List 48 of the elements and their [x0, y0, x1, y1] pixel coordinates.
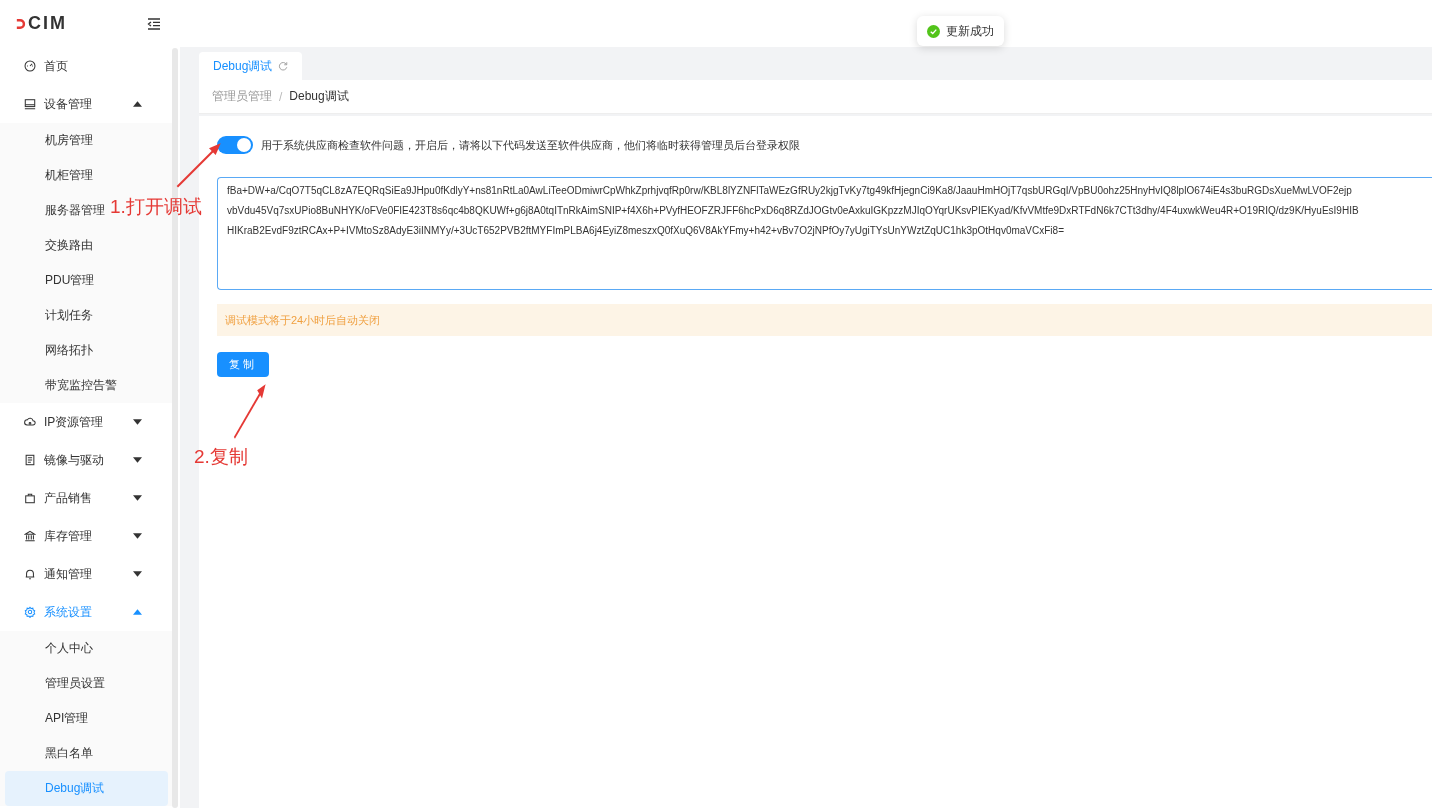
- sidebar-item[interactable]: 个人中心: [45, 640, 93, 657]
- breadcrumb-item: Debug调试: [289, 88, 349, 105]
- sidebar-item[interactable]: IP资源管理: [0, 403, 172, 441]
- gear-icon: [24, 606, 36, 618]
- sidebar-item[interactable]: 库存管理: [0, 517, 172, 555]
- arrow-drawing: [174, 140, 224, 190]
- sidebar-item[interactable]: 网络拓扑: [45, 342, 93, 359]
- sidebar-item[interactable]: API管理: [45, 710, 89, 727]
- menu-icon[interactable]: [147, 17, 161, 30]
- success-icon: [927, 24, 940, 38]
- sidebar-item[interactable]: PDU管理: [45, 272, 95, 289]
- caret-icon: [133, 457, 142, 463]
- notice-banner: 调试模式将于24小时后自动关闭: [217, 304, 1432, 336]
- gauge-icon: [24, 60, 36, 72]
- annotation-text: 2.复制: [194, 445, 248, 469]
- sidebar-item[interactable]: 通知管理: [0, 555, 172, 593]
- code-field[interactable]: fBa+DW+a/CqO7T5qCL8zA7EQRqSiEa9JHpu0fKdlyY+ns81nRtLa0AwLiTeeODmiwrCpWhkZprhjvqfRp0rw/KBL8lYZNFlTaWEzGfRUy2kjgTvKy7tg49kfHjegnCi9Ka8/JaauHmHOjT7qsbURGqI/VpBU0ohz25HnyHvIQ8lplO674iE4s3buRGDsXueMwLVOF2ejp vbVdu45Vq7sxUPio8BuNHYK/oFVe0FIE423T8s6qc4b8QKUWf+g6j8A0tqITnRkAimSNIP+f4X6h+PVyfHEOFZRJFF6hcPxD6q8RZdJOGtv0eAxkuIGKpzzMJIqOYqrUKsvPIEKyad/KfvVMtfe9DxRTFdN6k7CTt3dhy/4F4uxwkWeu4R+O19RIQ/dz9K/HyuEsI9HIB HIKraB2EvdF9ztRCAx+P+IVMtoSz8AdyE3iINMYy/+3UcT652PVB2ftMYFImPLBA6j4EyiZ8meszxQ0fXuQ6V8AkYFmy+h42+vBv7O2jNPfOy7yUgiTYsUnYWztZqUC1hk3pOtHqv0maVCxFi8=: [217, 177, 1432, 290]
- refresh-icon[interactable]: [278, 61, 289, 71]
- annotation-text: 1.打开调试: [110, 195, 202, 219]
- logo-icon: [16, 16, 26, 31]
- sidebar-item[interactable]: 带宽监控告警: [45, 377, 117, 394]
- toggle-switch[interactable]: [217, 136, 253, 154]
- sidebar-item[interactable]: 黑白名单: [45, 745, 93, 762]
- caret-icon: [133, 101, 142, 107]
- caret-icon: [133, 571, 142, 577]
- sidebar-item[interactable]: 机柜管理: [45, 167, 93, 184]
- breadcrumb-separator: /: [279, 89, 283, 104]
- caret-icon: [133, 609, 142, 615]
- sidebar-item[interactable]: 交换路由: [45, 237, 93, 254]
- logo-text: CIM: [28, 13, 67, 34]
- caret-icon: [133, 533, 142, 539]
- toast-text: 更新成功: [946, 22, 994, 40]
- cloud-icon: [24, 416, 36, 428]
- sidebar-item[interactable]: 首页: [0, 47, 172, 85]
- sidebar-item[interactable]: 管理员设置: [45, 675, 105, 692]
- sidebar-item[interactable]: 服务器管理: [45, 202, 105, 219]
- sidebar-item[interactable]: 镜像与驱动: [0, 441, 172, 479]
- caret-icon: [133, 419, 142, 425]
- sidebar-item[interactable]: 机房管理: [45, 132, 93, 149]
- sidebar-item[interactable]: 设备管理: [0, 85, 172, 123]
- toggle-description: 用于系统供应商检查软件问题，开启后，请将以下代码发送至软件供应商，他们将临时获得管理员后台登录权限: [261, 137, 800, 153]
- sidebar-item[interactable]: 计划任务: [45, 307, 93, 324]
- sidebar-item[interactable]: 产品销售: [0, 479, 172, 517]
- bell-icon: [24, 568, 36, 580]
- bag-icon: [24, 492, 36, 504]
- bank-icon: [24, 530, 36, 542]
- caret-icon: [133, 495, 142, 501]
- monitor-icon: [24, 98, 36, 110]
